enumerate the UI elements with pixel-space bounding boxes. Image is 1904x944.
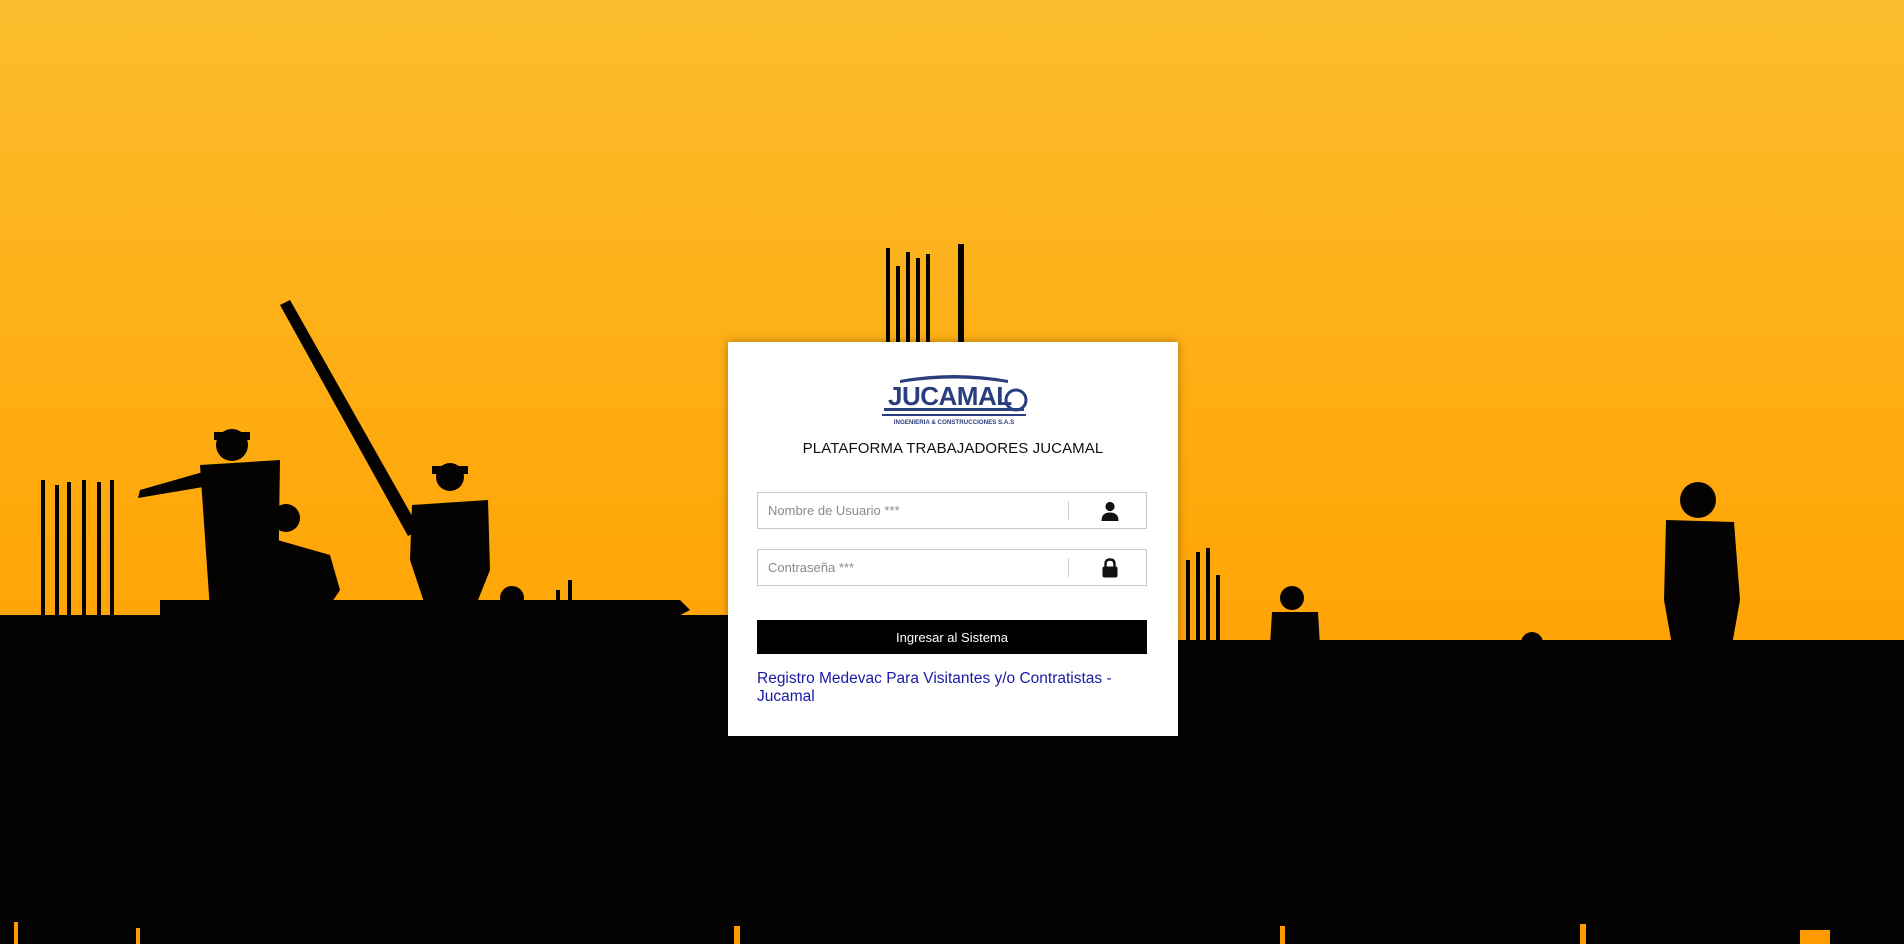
username-field-group xyxy=(757,492,1147,529)
lock-icon xyxy=(1102,558,1118,578)
user-icon xyxy=(1101,501,1119,521)
login-card: JUCAMAL INGENIERIA & CONSTRUCCIONES S.A.… xyxy=(728,342,1178,736)
jucamal-logo: JUCAMAL INGENIERIA & CONSTRUCCIONES S.A.… xyxy=(882,375,1028,426)
password-input[interactable] xyxy=(758,550,1068,585)
register-medevac-link[interactable]: Registro Medevac Para Visitantes y/o Con… xyxy=(757,670,1149,706)
login-button[interactable]: Ingresar al Sistema xyxy=(757,620,1147,654)
username-input[interactable] xyxy=(758,493,1068,528)
input-divider xyxy=(1068,558,1069,577)
page-title: PLATAFORMA TRABAJADORES JUCAMAL xyxy=(802,440,1104,457)
password-field-group xyxy=(757,549,1147,586)
svg-text:JUCAMAL: JUCAMAL xyxy=(888,381,1012,411)
input-divider xyxy=(1068,501,1069,520)
svg-text:INGENIERIA & CONSTRUCCIONES S.: INGENIERIA & CONSTRUCCIONES S.A.S xyxy=(894,419,1014,426)
